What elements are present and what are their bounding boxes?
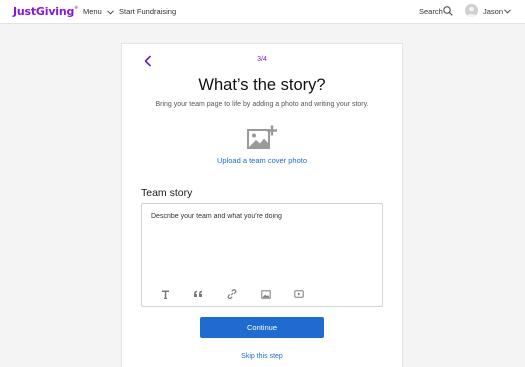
continue-button[interactable]: Continue <box>200 317 324 338</box>
menu-dropdown[interactable]: Menu <box>83 7 114 16</box>
image-icon <box>261 289 271 299</box>
user-name-label[interactable]: Jason <box>483 7 503 16</box>
team-story-input[interactable] <box>151 213 373 283</box>
step-indicator: 3/4 <box>257 56 267 63</box>
video-icon <box>294 290 304 298</box>
logo-text: JustGiving <box>13 5 75 18</box>
menu-label: Menu <box>83 7 102 16</box>
insert-video-button[interactable] <box>293 288 305 300</box>
search-link[interactable]: Search <box>419 7 443 16</box>
insert-image-button[interactable] <box>260 288 272 300</box>
link-icon <box>227 289 237 299</box>
back-arrow-icon[interactable] <box>143 55 153 67</box>
add-photo-icon[interactable] <box>247 125 278 151</box>
justgiving-logo[interactable]: JustGiving® <box>13 5 78 18</box>
quote-icon <box>194 290 202 297</box>
logo-registered-mark: ® <box>74 5 78 10</box>
team-story-editor <box>141 203 383 307</box>
upload-cover-photo-link[interactable]: Upload a team cover photo <box>192 156 332 165</box>
page-title: What’s the story? <box>198 76 326 94</box>
team-story-label: Team story <box>141 187 193 199</box>
chevron-down-icon[interactable] <box>504 9 511 14</box>
start-fundraising-link[interactable]: Start Fundraising <box>119 7 176 16</box>
chevron-down-icon <box>107 9 114 15</box>
user-avatar-icon <box>466 6 477 17</box>
text-format-button[interactable] <box>159 288 171 300</box>
text-format-icon <box>161 289 169 299</box>
quote-button[interactable] <box>192 288 204 300</box>
top-navigation-bar: JustGiving® Menu Start Fundraising Searc… <box>0 0 525 24</box>
link-button[interactable] <box>226 288 238 300</box>
skip-step-link[interactable]: Skip this step <box>212 353 312 360</box>
search-icon[interactable] <box>443 6 453 16</box>
page-subtitle: Bring your team page to life by adding a… <box>155 101 369 108</box>
avatar[interactable] <box>465 4 478 17</box>
